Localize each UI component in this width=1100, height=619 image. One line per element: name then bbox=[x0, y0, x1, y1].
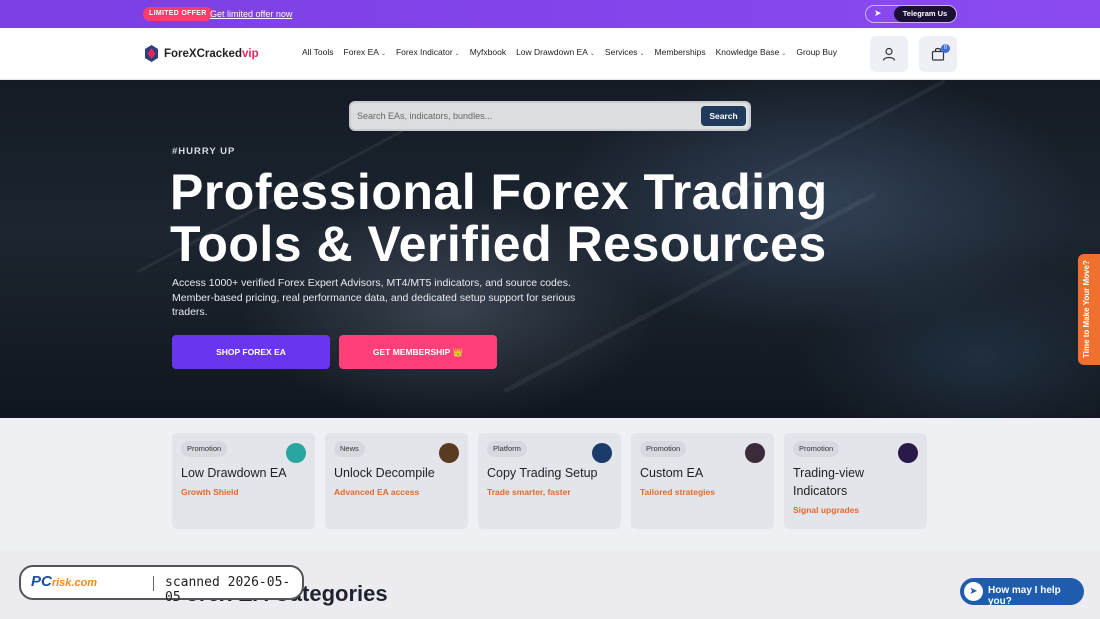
site-header: ForeXCrackedvip All Tools Forex EA ⌄ Fore… bbox=[0, 28, 1100, 80]
logo-mark-icon bbox=[145, 45, 158, 62]
card-tag: Platform bbox=[487, 441, 527, 457]
card-tag: Promotion bbox=[181, 441, 228, 457]
card-tag: Promotion bbox=[793, 441, 840, 457]
card-title: Copy Trading Setup bbox=[487, 466, 598, 480]
cart-count-badge: 0 bbox=[941, 44, 950, 53]
get-membership-button[interactable]: GET MEMBERSHIP 👑 bbox=[339, 335, 497, 369]
card-subtitle: Growth Shield bbox=[181, 487, 239, 497]
search-button[interactable]: Search bbox=[701, 106, 746, 126]
divider bbox=[153, 576, 154, 591]
feature-card[interactable]: News Unlock Decompile Advanced EA access bbox=[325, 433, 468, 529]
card-title: Custom EA bbox=[640, 466, 704, 480]
hero-eyebrow: #HURRY UP bbox=[172, 146, 236, 157]
promo-bar: LIMITED OFFER Get limited offer now ➤ Te… bbox=[0, 0, 1100, 28]
chevron-down-icon: ⌄ bbox=[589, 51, 595, 57]
nav-forex-indicator[interactable]: Forex Indicator ⌄ bbox=[396, 46, 460, 60]
chevron-down-icon: ⌄ bbox=[639, 51, 645, 57]
telegram-icon: ➤ bbox=[874, 8, 882, 18]
card-subtitle: Trade smarter, faster bbox=[487, 487, 571, 497]
side-promo-tab-label: Time to Make Your Move? bbox=[1082, 260, 1091, 358]
nav-myfxbook[interactable]: Myfxbook bbox=[470, 46, 506, 60]
side-promo-tab[interactable]: Time to Make Your Move? bbox=[1078, 254, 1100, 365]
feature-card[interactable]: Platform Copy Trading Setup Trade smarte… bbox=[478, 433, 621, 529]
nav-group-buy[interactable]: Group Buy bbox=[796, 46, 837, 60]
nav-services[interactable]: Services ⌄ bbox=[605, 46, 645, 60]
feature-card[interactable]: Promotion Low Drawdown EA Growth Shield bbox=[172, 433, 315, 529]
card-subtitle: Tailored strategies bbox=[640, 487, 715, 497]
card-tag: News bbox=[334, 441, 365, 457]
nav-memberships[interactable]: Memberships bbox=[655, 46, 706, 60]
logo-text: ForeXCrackedvip bbox=[164, 48, 259, 60]
scan-watermark: PCrisk.com scanned 2026-05-05 bbox=[19, 565, 304, 605]
feature-cards: Promotion Low Drawdown EA Growth Shield … bbox=[0, 418, 1100, 550]
nav-low-drawdown-ea[interactable]: Low Drawdown EA ⌄ bbox=[516, 46, 595, 60]
card-tag: Promotion bbox=[640, 441, 687, 457]
card-logo-icon bbox=[439, 443, 459, 463]
card-subtitle: Advanced EA access bbox=[334, 487, 420, 497]
cart-button[interactable]: 0 bbox=[919, 36, 957, 72]
hero-title-line-2: Tools & Verified Resources bbox=[170, 216, 827, 272]
hero-title-line-1: Professional Forex Trading bbox=[170, 164, 828, 220]
hero-section: Search #HURRY UP Professional Forex Trad… bbox=[0, 80, 1100, 418]
hero-description: Access 1000+ verified Forex Expert Advis… bbox=[172, 277, 576, 318]
user-icon bbox=[882, 47, 896, 61]
chat-widget-button[interactable]: ➤ How may I help you? bbox=[960, 578, 1084, 607]
chevron-down-icon: ⌄ bbox=[454, 51, 460, 57]
telegram-icon: ➤ bbox=[964, 582, 983, 601]
account-button[interactable] bbox=[870, 36, 908, 72]
card-logo-icon bbox=[745, 443, 765, 463]
scan-date-text: scanned 2026-05-05 bbox=[165, 575, 291, 605]
search-bar: Search bbox=[349, 101, 751, 131]
chevron-down-icon: ⌄ bbox=[781, 51, 787, 57]
telegram-label: Telegram Us bbox=[894, 6, 956, 22]
feature-card[interactable]: Promotion Trading-view Indicators Signal… bbox=[784, 433, 927, 529]
card-logo-icon bbox=[286, 443, 306, 463]
limited-offer-link[interactable]: Get limited offer now bbox=[210, 8, 292, 20]
main-nav: All Tools Forex EA ⌄ Forex Indicator ⌄ Myf… bbox=[302, 46, 837, 60]
card-logo-icon bbox=[898, 443, 918, 463]
card-title: Trading-view Indicators bbox=[793, 466, 865, 498]
feature-card[interactable]: Promotion Custom EA Tailored strategies bbox=[631, 433, 774, 529]
card-title: Low Drawdown EA bbox=[181, 466, 287, 480]
nav-knowledge-base[interactable]: Knowledge Base ⌄ bbox=[716, 46, 787, 60]
chevron-down-icon: ⌄ bbox=[380, 51, 386, 57]
card-logo-icon bbox=[592, 443, 612, 463]
limited-offer-badge: LIMITED OFFER bbox=[143, 7, 213, 21]
telegram-button[interactable]: ➤ Telegram Us bbox=[865, 5, 957, 23]
pcrisk-logo: PCrisk.com bbox=[31, 573, 98, 590]
nav-all-tools[interactable]: All Tools bbox=[302, 46, 334, 60]
chat-label: How may I help you? bbox=[988, 585, 1061, 607]
search-input[interactable] bbox=[357, 107, 687, 125]
nav-forex-ea[interactable]: Forex EA ⌄ bbox=[344, 46, 386, 60]
card-title: Unlock Decompile bbox=[334, 466, 435, 480]
card-subtitle: Signal upgrades bbox=[793, 505, 860, 515]
shop-forex-ea-button[interactable]: SHOP FOREX EA bbox=[172, 335, 330, 369]
hero-title: Professional Forex Trading Tools & Verif… bbox=[170, 166, 870, 270]
